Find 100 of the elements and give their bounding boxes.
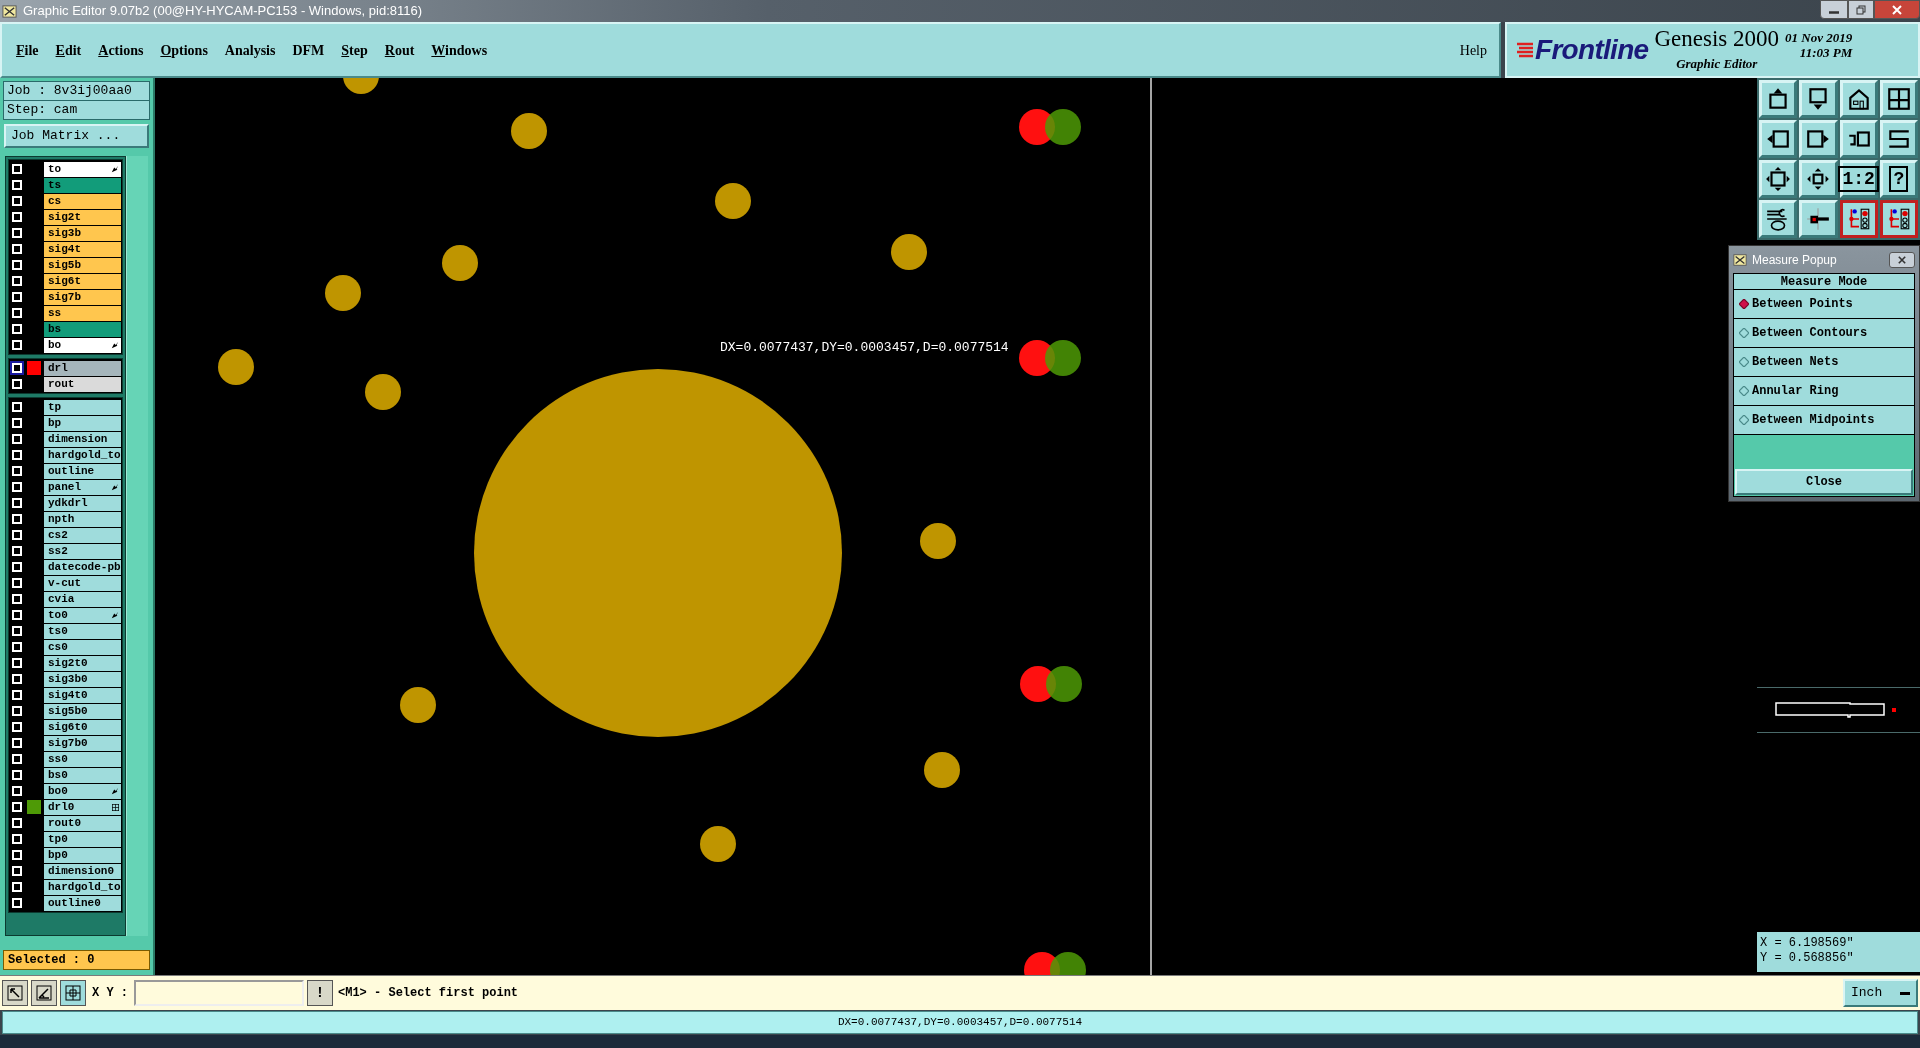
tool-button[interactable] [31, 980, 57, 1006]
maximize-button[interactable] [1848, 0, 1874, 19]
layer-selector[interactable] [10, 528, 24, 542]
layer-selector[interactable] [10, 544, 24, 558]
layer-item[interactable]: drl0 [44, 799, 121, 815]
job-matrix-button[interactable]: Job Matrix ... [4, 124, 149, 148]
layer-selector[interactable] [10, 816, 24, 830]
measure-mode-option[interactable]: Annular Ring [1734, 377, 1914, 406]
measure-mode-option[interactable]: Between Points [1734, 290, 1914, 319]
layer-item[interactable]: bs0 [44, 767, 121, 783]
layer-item[interactable]: npth [44, 511, 121, 527]
layer-selector[interactable] [10, 880, 24, 894]
layer-selector[interactable] [10, 496, 24, 510]
popup-close-text-button[interactable]: Close [1735, 469, 1913, 495]
layer-selector[interactable] [10, 832, 24, 846]
layer-item[interactable]: tp [44, 399, 121, 415]
layer-selector[interactable] [10, 592, 24, 606]
layer-item[interactable]: sig6t [44, 273, 121, 289]
tool-button[interactable] [60, 980, 86, 1006]
popup-close-button[interactable] [1889, 251, 1915, 268]
measure-mode-option[interactable]: Between Midpoints [1734, 406, 1914, 435]
scrollbar-track[interactable] [126, 156, 148, 936]
layer-item[interactable]: sig7b0 [44, 735, 121, 751]
layer-item[interactable]: outline [44, 463, 121, 479]
layer-item[interactable]: cs2 [44, 527, 121, 543]
layer-item[interactable]: rout [44, 376, 121, 392]
layer-selector[interactable] [10, 736, 24, 750]
close-button[interactable] [1874, 0, 1920, 19]
measure-mode-option[interactable]: Between Nets [1734, 348, 1914, 377]
alert-button[interactable]: ! [307, 980, 333, 1006]
layer-item[interactable]: sig5b0 [44, 703, 121, 719]
help-menu-item[interactable]: Help [1459, 39, 1487, 61]
measure-mode-option[interactable]: Between Contours [1734, 319, 1914, 348]
layer-selector[interactable] [10, 274, 24, 288]
layer-item[interactable]: rout0 [44, 815, 121, 831]
layer-item[interactable]: ts [44, 177, 121, 193]
menu-item[interactable]: Rout [384, 39, 415, 61]
layer-selector[interactable] [10, 800, 24, 814]
layer-selector[interactable] [10, 640, 24, 654]
menu-item[interactable]: File [16, 39, 39, 61]
menu-item[interactable]: Edit [55, 39, 82, 61]
layer-selector[interactable] [10, 672, 24, 686]
toolbar-button[interactable]: ? [1879, 160, 1918, 198]
layer-selector[interactable] [10, 560, 24, 574]
menu-item[interactable]: DFM [292, 39, 325, 61]
layer-item[interactable]: bp [44, 415, 121, 431]
layer-selector[interactable] [10, 896, 24, 910]
layer-item[interactable]: sig4t [44, 241, 121, 257]
layer-selector[interactable] [10, 688, 24, 702]
toolbar-button[interactable] [1879, 200, 1918, 238]
layer-item[interactable]: tp0 [44, 831, 121, 847]
menu-item[interactable]: Actions [98, 39, 144, 61]
layer-item[interactable]: cs0 [44, 639, 121, 655]
layer-selector[interactable] [10, 512, 24, 526]
layer-item[interactable]: ydkdrl [44, 495, 121, 511]
layer-item[interactable]: ts0 [44, 623, 121, 639]
layer-item[interactable]: v-cut [44, 575, 121, 591]
menu-item[interactable]: Options [160, 39, 208, 61]
layer-selector[interactable] [10, 226, 24, 240]
layer-item[interactable]: cvia [44, 591, 121, 607]
layer-item[interactable]: to0 [44, 607, 121, 623]
layer-selector[interactable] [10, 258, 24, 272]
layer-item[interactable]: sig5b [44, 257, 121, 273]
layer-selector[interactable] [10, 624, 24, 638]
layer-item[interactable]: outline0 [44, 895, 121, 911]
layer-item[interactable]: bp0 [44, 847, 121, 863]
layer-item[interactable]: hardgold_to [44, 879, 121, 895]
layer-selector[interactable] [10, 848, 24, 862]
layer-item[interactable]: sig3b [44, 225, 121, 241]
layer-item[interactable]: bo [44, 337, 121, 353]
layer-selector[interactable] [10, 178, 24, 192]
layer-item[interactable]: datecode-pb [44, 559, 121, 575]
layer-selector[interactable] [10, 784, 24, 798]
layer-item[interactable]: sig6t0 [44, 719, 121, 735]
layer-selector[interactable] [10, 480, 24, 494]
tool-button[interactable] [2, 980, 28, 1006]
layer-item[interactable]: sig4t0 [44, 687, 121, 703]
layer-selector[interactable] [10, 768, 24, 782]
menu-item[interactable]: Windows [431, 39, 488, 61]
minimize-button[interactable] [1820, 0, 1848, 19]
units-dropdown[interactable]: Inch [1843, 979, 1918, 1007]
layer-item[interactable]: dimension [44, 431, 121, 447]
xy-input-field[interactable] [134, 980, 304, 1006]
layer-selector[interactable] [10, 377, 24, 391]
toolbar-button[interactable] [1839, 200, 1878, 238]
layer-selector[interactable] [10, 432, 24, 446]
layer-selector[interactable] [10, 720, 24, 734]
layer-item[interactable]: dimension0 [44, 863, 121, 879]
layer-item[interactable]: ss0 [44, 751, 121, 767]
menu-item[interactable]: Step [341, 39, 368, 61]
layer-item[interactable]: sig2t0 [44, 655, 121, 671]
layer-item[interactable]: ss2 [44, 543, 121, 559]
layer-selector[interactable] [10, 242, 24, 256]
layer-selector[interactable] [10, 448, 24, 462]
layer-item[interactable]: sig3b0 [44, 671, 121, 687]
layer-item[interactable]: cs [44, 193, 121, 209]
layer-selector[interactable] [10, 608, 24, 622]
layer-selector[interactable] [10, 306, 24, 320]
layer-item[interactable]: ss [44, 305, 121, 321]
layer-selector[interactable] [10, 194, 24, 208]
